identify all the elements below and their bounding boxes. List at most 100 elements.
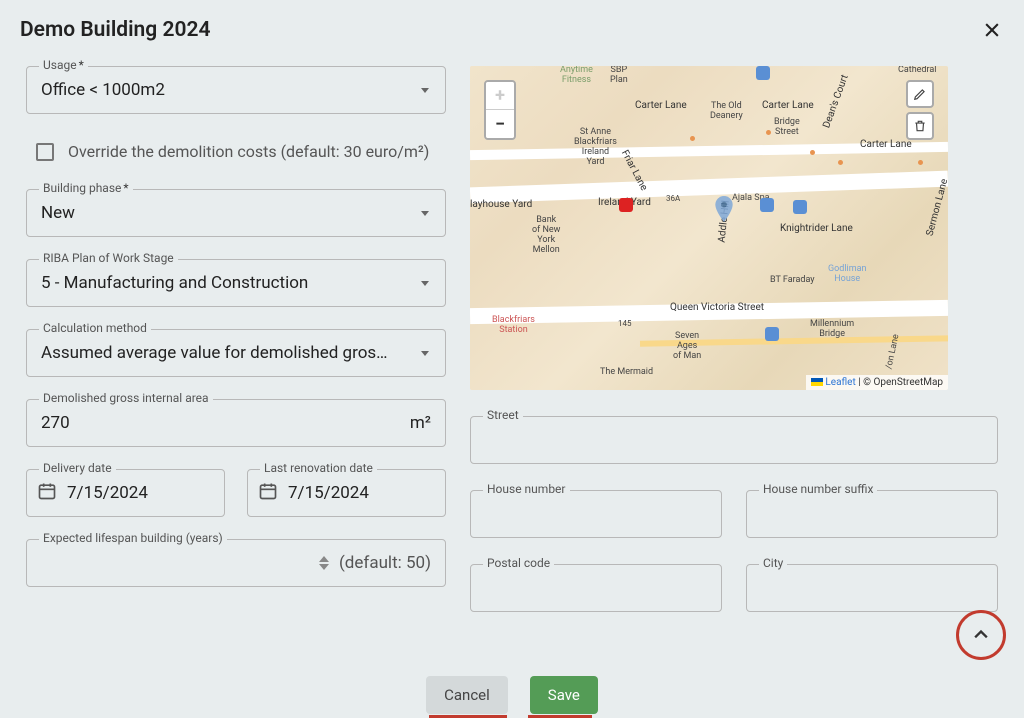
street-input[interactable] (485, 430, 983, 450)
map-road-label: Carter Lane (635, 100, 687, 111)
lifespan-label: Expected lifespan building (years) (39, 531, 227, 545)
zoom-in-button[interactable]: + (486, 82, 514, 110)
footer-actions: Cancel Save (0, 676, 1024, 718)
city-label: City (759, 556, 787, 570)
poi-dot (766, 130, 771, 135)
flag-icon (811, 378, 823, 386)
map-place-label: Seven Ages of Man (673, 332, 701, 362)
riba-stage-value: 5 - Manufacturing and Construction (41, 273, 419, 293)
lifespan-input[interactable] (41, 553, 319, 573)
unit-m2: m² (410, 413, 431, 433)
street-field[interactable]: Street (470, 416, 998, 464)
poi-dot (690, 136, 695, 141)
usage-label: Usage* (39, 58, 88, 72)
poi-icon (793, 200, 807, 214)
riba-stage-label: RIBA Plan of Work Stage (39, 251, 178, 265)
map-place-label: 145 (618, 320, 632, 329)
map-place-label: Blackfriars Station (492, 316, 535, 336)
map-place-label: The Old Deanery (710, 102, 743, 122)
demolished-area-input[interactable] (41, 413, 410, 433)
right-column: Carter Lane Carter Lane Carter Lane Quee… (470, 66, 998, 612)
chevron-down-icon (419, 81, 431, 100)
poi-icon (760, 198, 774, 212)
modal-header: Demo Building 2024 (0, 0, 1024, 60)
calculation-method-label: Calculation method (39, 321, 151, 335)
location-map[interactable]: Carter Lane Carter Lane Carter Lane Quee… (470, 66, 948, 390)
house-number-row: House number House number suffix (470, 490, 998, 538)
left-column: Usage* Office < 1000m2 Override the demo… (26, 66, 446, 612)
chevron-up-icon (974, 628, 988, 642)
lifespan-field[interactable]: Expected lifespan building (years) (defa… (26, 539, 446, 587)
map-edit-button[interactable] (906, 80, 934, 108)
lifespan-default-hint: (default: 50) (339, 553, 431, 573)
riba-stage-select[interactable]: RIBA Plan of Work Stage 5 - Manufacturin… (26, 259, 446, 307)
map-place-label: Godliman House (828, 265, 866, 285)
dates-row: Delivery date 7/15/2024 Last renovation … (26, 469, 446, 517)
chevron-down-icon (419, 274, 431, 293)
postal-city-row: Postal code City (470, 564, 998, 612)
calendar-icon (258, 481, 278, 505)
override-demolition-checkbox[interactable] (36, 143, 54, 161)
city-field[interactable]: City (746, 564, 998, 612)
map-place-label: SBP Plan (610, 66, 628, 86)
stepper-control[interactable] (319, 553, 333, 573)
osm-credit: © OpenStreetMap (863, 377, 943, 388)
override-demolition-label: Override the demolition costs (default: … (68, 142, 429, 161)
map-place-label: St Anne Blackfriars Ireland Yard (574, 128, 617, 168)
scroll-to-top-button[interactable] (956, 610, 1006, 660)
map-attribution: Leaflet | © OpenStreetMap (806, 375, 948, 390)
postal-code-input[interactable] (485, 578, 707, 598)
postal-code-field[interactable]: Postal code (470, 564, 722, 612)
delivery-date-field[interactable]: Delivery date 7/15/2024 (26, 469, 225, 517)
usage-select[interactable]: Usage* Office < 1000m2 (26, 66, 446, 114)
page-title: Demo Building 2024 (20, 18, 210, 42)
map-delete-button[interactable] (906, 112, 934, 140)
calculation-method-select[interactable]: Calculation method Assumed average value… (26, 329, 446, 377)
map-place-label: The Mermaid (600, 368, 653, 378)
house-number-suffix-field[interactable]: House number suffix (746, 490, 998, 538)
poi-dot (838, 160, 843, 165)
building-phase-select[interactable]: Building phase* New (26, 189, 446, 237)
map-place-label: Bridge Street (774, 118, 800, 138)
city-input[interactable] (761, 578, 983, 598)
map-place-label: Cathedral (898, 66, 936, 76)
poi-dot (810, 150, 815, 155)
street-label: Street (483, 408, 523, 422)
house-number-field[interactable]: House number (470, 490, 722, 538)
form-content: Usage* Office < 1000m2 Override the demo… (0, 60, 1024, 612)
map-road-label: Carter Lane (860, 139, 912, 150)
close-button[interactable] (980, 18, 1004, 42)
poi-icon (619, 198, 633, 212)
last-renovation-date-field[interactable]: Last renovation date 7/15/2024 (247, 469, 446, 517)
house-number-input[interactable] (485, 504, 707, 524)
map-marker-icon (715, 196, 733, 222)
poi-dot (918, 160, 923, 165)
demolished-area-label: Demolished gross internal area (39, 391, 213, 405)
chevron-up-icon (319, 555, 329, 563)
house-number-suffix-label: House number suffix (759, 482, 877, 496)
override-demolition-row: Override the demolition costs (default: … (26, 136, 446, 167)
map-place-label: Bank of New York Mellon (532, 216, 560, 256)
map-place-label: Millennium Bridge (810, 320, 854, 340)
calendar-icon (37, 481, 57, 505)
zoom-out-button[interactable]: − (486, 110, 514, 138)
last-renovation-label: Last renovation date (260, 461, 377, 475)
leaflet-link[interactable]: Leaflet (825, 377, 855, 388)
map-tool-buttons (906, 80, 934, 140)
map-road-label: Knightrider Lane (780, 223, 853, 234)
delivery-date-label: Delivery date (39, 461, 116, 475)
delivery-date-value: 7/15/2024 (67, 483, 210, 503)
poi-icon (756, 66, 770, 80)
map-place-label: BT Faraday (770, 276, 815, 286)
house-number-suffix-input[interactable] (761, 504, 983, 524)
building-phase-label: Building phase* (39, 181, 133, 195)
close-icon (982, 20, 1002, 40)
map-road-label: Carter Lane (762, 100, 814, 111)
demolished-area-field[interactable]: Demolished gross internal area m² (26, 399, 446, 447)
map-place-label: Anytime Fitness (560, 66, 593, 86)
calculation-method-value: Assumed average value for demolished gro… (41, 343, 419, 363)
save-button[interactable]: Save (530, 676, 598, 714)
cancel-button[interactable]: Cancel (426, 676, 508, 714)
house-number-label: House number (483, 482, 570, 496)
chevron-down-icon (319, 563, 329, 571)
